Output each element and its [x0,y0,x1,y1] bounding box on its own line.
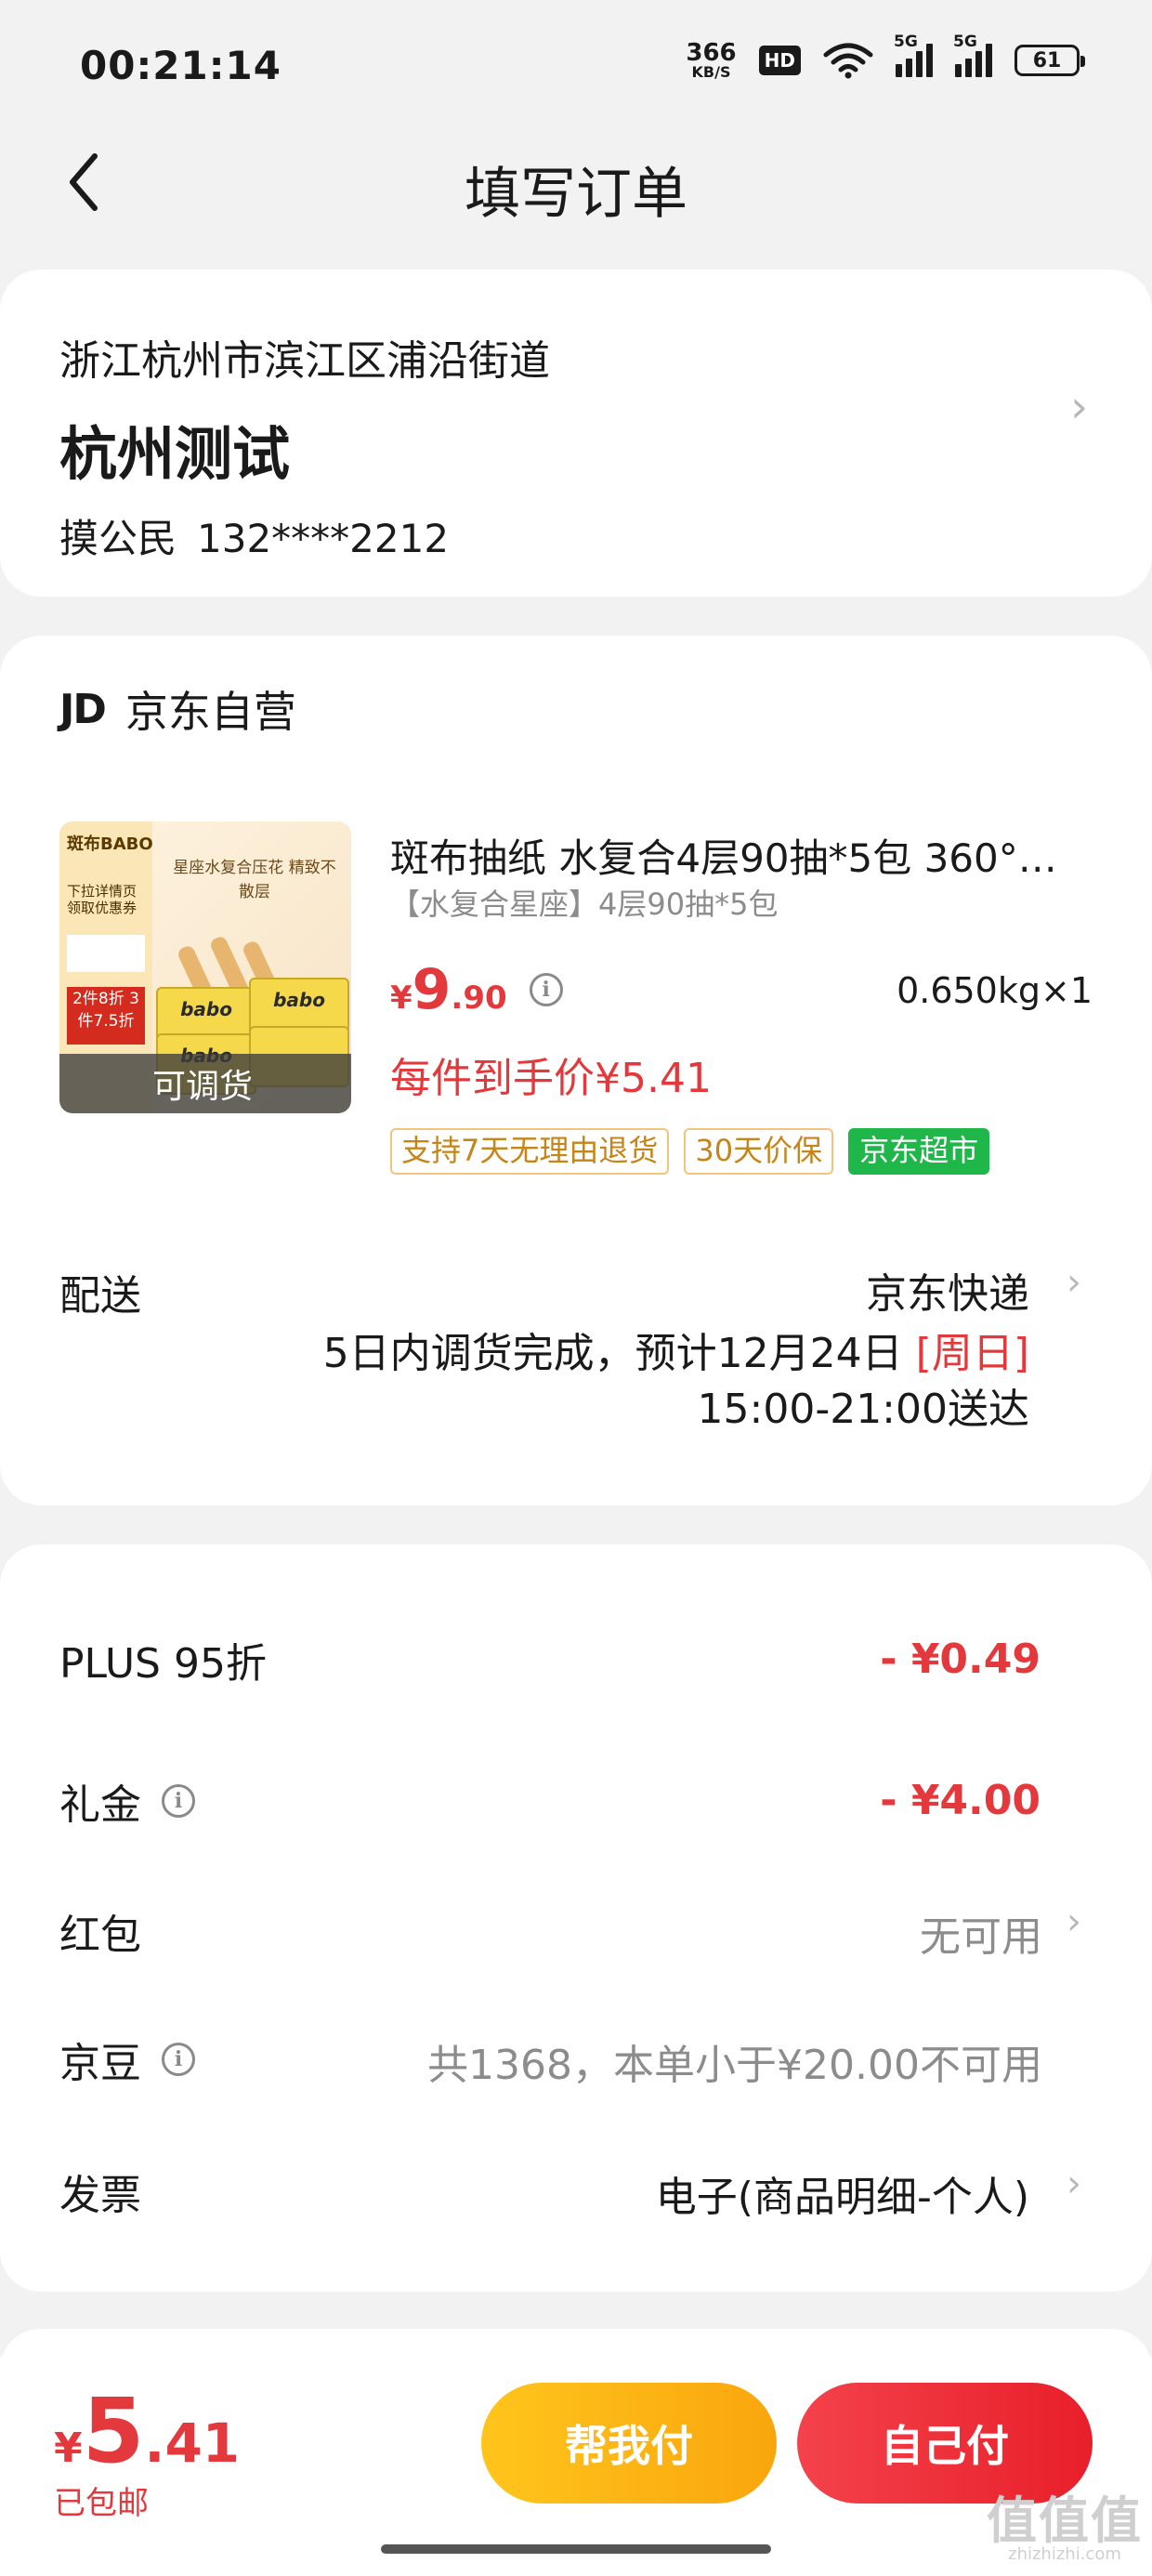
plus-discount-label: PLUS 95折 [59,1630,267,1689]
tissue-box-label: babo [180,998,232,1020]
price-decimal: .90 [451,979,507,1017]
price-integer: 9 [412,957,452,1022]
shipping-chevron-icon[interactable]: › [1067,1264,1081,1301]
badge-return: 支持7天无理由退货 [390,1128,670,1175]
battery-icon: 61 [1015,45,1085,76]
watermark: 值值值 zhizhizhi.com [987,2496,1143,2563]
page-title: 填写订单 [465,162,687,227]
home-indicator[interactable] [381,2544,771,2554]
invoice-label: 发票 [59,2162,141,2221]
badge-price-protect: 30天价保 [684,1128,834,1175]
order-total: ¥ 5 .41 [54,2379,240,2483]
total-decimal: .41 [144,2412,241,2475]
product-spec: 【水复合星座】4层90抽*5包 [390,887,779,922]
redpacket-text: 红包 [59,1912,141,1959]
help-pay-button[interactable]: 帮我付 [481,2383,777,2504]
jd-beans-text: 京豆 [59,2040,141,2087]
network-speed: 366 KB/S [686,41,736,80]
free-shipping-label: 已包邮 [54,2485,149,2522]
total-currency: ¥ [54,2425,83,2472]
sim1-label: 5G [894,33,918,51]
redpacket-value[interactable]: 无可用 [920,1903,1042,1963]
restock-overlay: 可调货 [59,1054,351,1113]
watermark-site: zhizhizhi.com [1008,2544,1121,2564]
gift-money-text: 礼金 [59,1781,141,1829]
shipping-eta-text: 5日内调货完成，预计12月24日 [322,1330,916,1377]
product-image-promo2: 2件8折 3件7.5折 [67,987,145,1045]
shipping-weekday: [周日] [915,1330,1029,1377]
battery-level: 61 [1032,48,1062,72]
address-detail: 杭州测试 [59,420,291,488]
redpacket-label: 红包 [59,1901,141,1961]
product-image-brand: 斑布BABO [67,835,153,854]
invoice-value[interactable]: 电子(商品明细-个人) [656,2163,1029,2223]
signal-icon-sim2: 5G [953,33,992,77]
product-image-headline: 星座水复合压花 精致不散层 [173,859,336,901]
hd-icon: HD [758,46,801,75]
product-weight-qty: 0.650kg×1 [897,970,1093,1011]
product-image-tag [67,935,145,972]
invoice-text: 发票 [59,2172,141,2219]
network-speed-value: 366 [686,39,737,67]
recipient-phone: 132****2212 [197,516,450,561]
beans-info-icon[interactable]: i [162,2043,195,2076]
self-pay-button[interactable]: 自己付 [797,2383,1093,2504]
sim2-label: 5G [953,33,977,51]
address-contact: 摸公民 132****2212 [59,507,449,564]
status-time: 00:21:14 [80,43,281,88]
badge-jd-supermarket: 京东超市 [848,1128,990,1175]
product-price: ¥ 9 .90 i [390,957,563,1022]
price-info-icon[interactable]: i [529,973,563,1006]
wifi-icon [823,43,873,79]
shipping-method[interactable]: 京东快递 [866,1260,1029,1320]
gift-money-label: 礼金 i [59,1771,195,1831]
tissue-box-label: babo [273,989,325,1011]
shipping-label: 配送 [59,1272,141,1320]
redpacket-chevron-icon[interactable]: › [1067,1903,1081,1940]
address-chevron-icon[interactable]: › [1070,385,1088,429]
invoice-chevron-icon[interactable]: › [1067,2165,1081,2202]
service-badges: 支持7天无理由退货 30天价保 京东超市 [390,1128,990,1175]
shop-name: 京东自营 [124,687,296,737]
product-image[interactable]: 斑布BABO 下拉详情页领取优惠券 2件8折 3件7.5折 星座水复合压花 精致… [59,821,351,1113]
recipient-name: 摸公民 [59,516,177,561]
shop-header: JD 京东自营 [59,678,296,740]
address-region: 浙江杭州市滨江区浦沿街道 [59,337,550,385]
total-integer: 5 [82,2379,145,2483]
net-price: 每件到手价¥5.41 [390,1055,712,1102]
signal-icon-sim1: 5G [894,33,933,77]
status-icons: 366 KB/S HD 5G 5G 61 [686,33,1085,80]
jd-beans-label: 京豆 i [59,2030,195,2089]
price-currency: ¥ [390,979,412,1017]
jd-logo-icon: JD [59,685,107,733]
status-bar: 00:21:14 366 KB/S HD 5G 5G 61 [0,0,1152,130]
network-speed-unit: KB/S [691,63,731,81]
shipping-time-window: 15:00-21:00送达 [697,1386,1029,1433]
watermark-mark: 值值值 [987,2491,1143,2550]
product-title[interactable]: 斑布抽纸 水复合4层90抽*5包 360°… [390,827,1078,884]
shipping-eta: 5日内调货完成，预计12月24日 [周日] [323,1320,1029,1379]
plus-discount-text: PLUS 95折 [59,1640,267,1688]
gift-money-value: - ¥4.00 [880,1777,1041,1824]
jd-beans-value: 共1368，本单小于¥20.00不可用 [427,2042,1042,2089]
gift-info-icon[interactable]: i [162,1784,195,1818]
plus-discount-value: - ¥0.49 [880,1636,1041,1683]
product-image-promo1: 下拉详情页领取优惠券 [67,883,137,916]
